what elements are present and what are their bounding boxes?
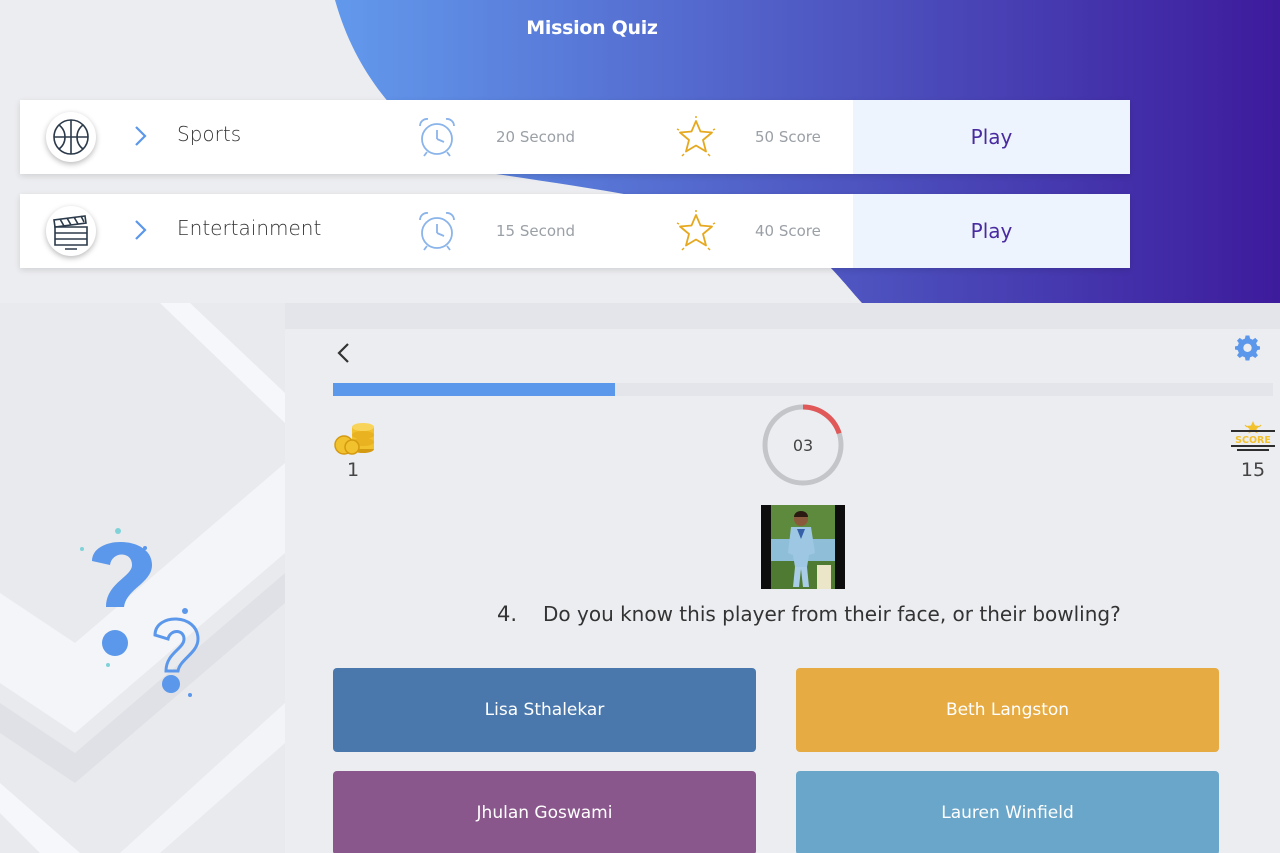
answer-option-4[interactable]: Lauren Winfield <box>796 771 1219 853</box>
category-avatar <box>46 206 96 256</box>
quiz-screen: 1 03 SCORE 15 4. Do you know this player… <box>0 303 1280 853</box>
clapperboard-icon <box>53 215 88 250</box>
chevron-right-icon <box>135 126 147 146</box>
answer-option-1[interactable]: Lisa Sthalekar <box>333 668 756 752</box>
coins-count: 1 <box>346 459 360 481</box>
gear-icon[interactable] <box>1235 335 1261 361</box>
play-button[interactable]: Play <box>853 194 1130 268</box>
category-avatar <box>46 112 96 162</box>
score-badge-label: SCORE <box>1235 435 1271 446</box>
back-arrow-icon[interactable] <box>333 341 357 365</box>
question-text: Do you know this player from their face,… <box>543 602 1121 626</box>
category-card-entertainment[interactable]: Entertainment 15 Second 40 Score Play <box>20 194 1130 268</box>
alarm-clock-icon <box>419 118 455 157</box>
category-time: 20 Second <box>496 128 576 146</box>
star-icon <box>676 116 716 157</box>
answer-option-3[interactable]: Jhulan Goswami <box>333 771 756 853</box>
countdown-timer-value: 03 <box>792 435 814 455</box>
category-name: Entertainment <box>177 216 322 240</box>
category-score: 50 Score <box>755 128 821 146</box>
category-time: 15 Second <box>496 222 576 240</box>
coins-icon <box>334 423 374 455</box>
progress-bar-fill <box>333 383 615 396</box>
play-button[interactable]: Play <box>853 100 1130 174</box>
category-score: 40 Score <box>755 222 821 240</box>
progress-bar <box>333 383 1273 396</box>
category-screen: Mission Quiz Sports 20 Second 50 Score P… <box>0 0 1280 303</box>
question: 4. Do you know this player from their fa… <box>285 602 1280 632</box>
score-badge-icon: SCORE <box>1231 421 1275 451</box>
app-title: Mission Quiz <box>526 17 658 39</box>
alarm-clock-icon <box>419 212 455 251</box>
star-icon <box>676 210 716 251</box>
quiz-panel: 1 03 SCORE 15 4. Do you know this player… <box>285 329 1280 853</box>
question-image <box>761 505 845 589</box>
score-count: 15 <box>1240 459 1266 481</box>
question-number: 4. <box>497 602 518 626</box>
chevron-right-icon <box>135 220 147 240</box>
answer-option-2[interactable]: Beth Langston <box>796 668 1219 752</box>
category-name: Sports <box>177 122 242 146</box>
basketball-icon <box>53 119 89 155</box>
category-card-sports[interactable]: Sports 20 Second 50 Score Play <box>20 100 1130 174</box>
